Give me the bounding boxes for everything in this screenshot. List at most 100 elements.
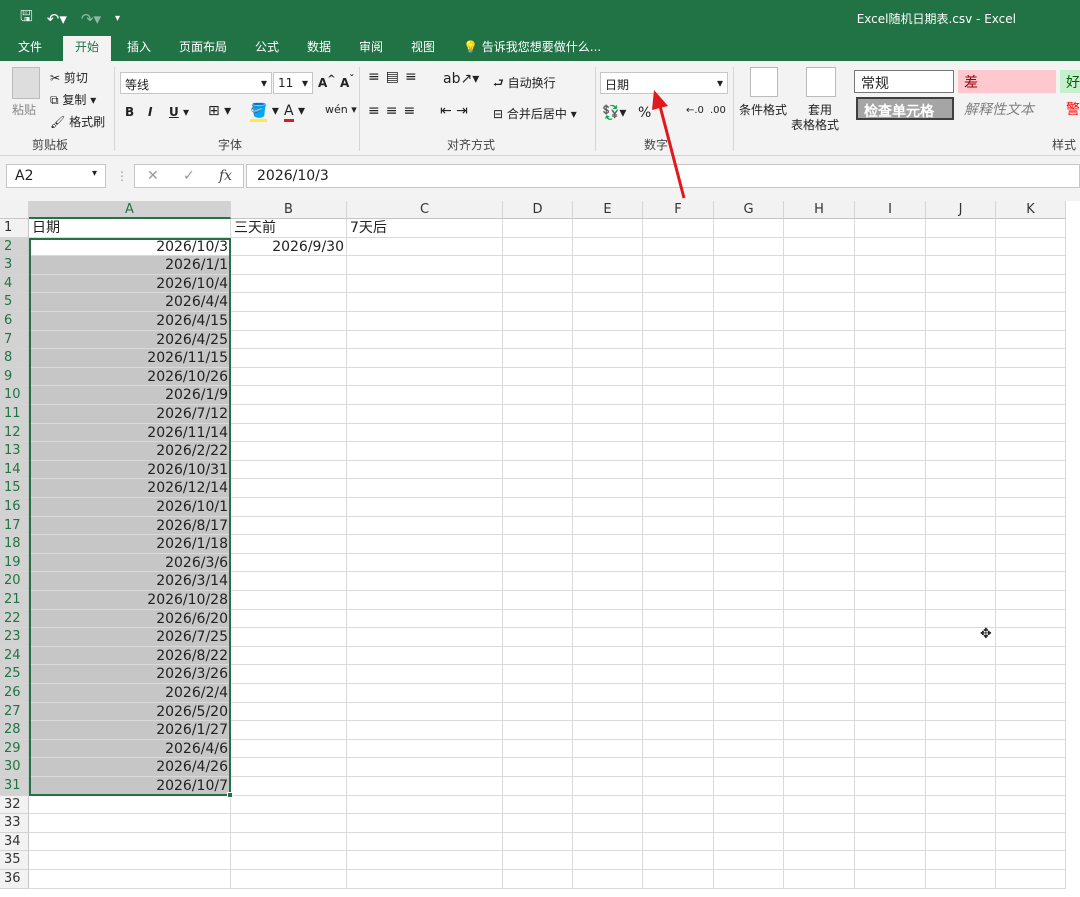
cell-i30[interactable] [855, 758, 926, 777]
cell-e12[interactable] [573, 423, 643, 443]
cell-d18[interactable] [503, 535, 573, 554]
cell-j5[interactable] [926, 293, 996, 312]
cell-d12[interactable] [503, 423, 573, 443]
cell-g8[interactable] [714, 349, 784, 368]
cell-h30[interactable] [784, 758, 855, 777]
row-header[interactable]: 6 [0, 312, 29, 331]
cell-g16[interactable] [714, 498, 784, 517]
cell-a9[interactable]: 2026/10/26 [29, 367, 231, 387]
row-header[interactable]: 14 [0, 460, 29, 480]
cell-e19[interactable] [573, 553, 643, 573]
cell-d3[interactable] [503, 256, 573, 275]
cell-b15[interactable] [231, 479, 347, 498]
cell-k10[interactable] [996, 386, 1066, 405]
cell-d22[interactable] [503, 609, 573, 629]
cell-a3[interactable]: 2026/1/1 [29, 256, 231, 275]
cell-a10[interactable]: 2026/1/9 [29, 386, 231, 405]
cell-f17[interactable] [643, 516, 714, 536]
cell-e27[interactable] [573, 702, 643, 722]
cell-k5[interactable] [996, 293, 1066, 312]
cell-k26[interactable] [996, 684, 1066, 703]
cell-g36[interactable] [714, 870, 784, 889]
cell-d31[interactable] [503, 777, 573, 796]
row-header[interactable]: 12 [0, 423, 29, 443]
cell-k16[interactable] [996, 498, 1066, 517]
cell-i16[interactable] [855, 498, 926, 517]
cell-k27[interactable] [996, 702, 1066, 722]
cell-b23[interactable] [231, 628, 347, 647]
cell-a12[interactable]: 2026/11/14 [29, 423, 231, 443]
cell-b29[interactable] [231, 739, 347, 759]
cell-h33[interactable] [784, 814, 855, 833]
cell-i4[interactable] [855, 274, 926, 294]
row-header[interactable]: 19 [0, 553, 29, 573]
cell-a4[interactable]: 2026/10/4 [29, 274, 231, 294]
enter-icon[interactable]: ✓ [183, 168, 195, 184]
row-header[interactable]: 30 [0, 758, 29, 777]
cell-d23[interactable] [503, 628, 573, 647]
name-box[interactable]: A2 ▾ [6, 164, 106, 188]
fill-color-icon[interactable]: 🪣 ▾ [250, 103, 279, 122]
percent-button[interactable]: % [638, 105, 651, 121]
cell-g3[interactable] [714, 256, 784, 275]
cell-f9[interactable] [643, 367, 714, 387]
font-name-select[interactable]: 等线 ▾ [120, 72, 272, 94]
cell-j27[interactable] [926, 702, 996, 722]
cell-b10[interactable] [231, 386, 347, 405]
cell-k18[interactable] [996, 535, 1066, 554]
cell-f4[interactable] [643, 274, 714, 294]
cell-a11[interactable]: 2026/7/12 [29, 405, 231, 424]
cell-f14[interactable] [643, 460, 714, 480]
cell-k21[interactable] [996, 591, 1066, 610]
cell-c26[interactable] [347, 684, 503, 703]
cell-a7[interactable]: 2026/4/25 [29, 330, 231, 350]
cell-j15[interactable] [926, 479, 996, 498]
cell-k11[interactable] [996, 405, 1066, 424]
cell-f6[interactable] [643, 312, 714, 331]
cell-i27[interactable] [855, 702, 926, 722]
cell-d32[interactable] [503, 795, 573, 815]
cell-g18[interactable] [714, 535, 784, 554]
row-header[interactable]: 21 [0, 591, 29, 610]
conditional-format-button[interactable]: 条件格式 [739, 101, 787, 118]
cell-b27[interactable] [231, 702, 347, 722]
cell-k19[interactable] [996, 553, 1066, 573]
cell-b36[interactable] [231, 870, 347, 889]
cell-c6[interactable] [347, 312, 503, 331]
cell-g35[interactable] [714, 851, 784, 870]
cell-j20[interactable] [926, 572, 996, 591]
cell-c30[interactable] [347, 758, 503, 777]
cell-e33[interactable] [573, 814, 643, 833]
cell-j6[interactable] [926, 312, 996, 331]
cell-g34[interactable] [714, 832, 784, 852]
row-header[interactable]: 9 [0, 367, 29, 387]
cell-g23[interactable] [714, 628, 784, 647]
cell-a19[interactable]: 2026/3/6 [29, 553, 231, 573]
cell-f27[interactable] [643, 702, 714, 722]
cell-d17[interactable] [503, 516, 573, 536]
cell-h18[interactable] [784, 535, 855, 554]
cell-a20[interactable]: 2026/3/14 [29, 572, 231, 591]
cell-g4[interactable] [714, 274, 784, 294]
cell-i28[interactable] [855, 721, 926, 740]
cell-k2[interactable] [996, 237, 1066, 257]
cell-e2[interactable] [573, 237, 643, 257]
cell-k22[interactable] [996, 609, 1066, 629]
cell-b22[interactable] [231, 609, 347, 629]
cell-c17[interactable] [347, 516, 503, 536]
cell-d28[interactable] [503, 721, 573, 740]
cell-f16[interactable] [643, 498, 714, 517]
cell-i19[interactable] [855, 553, 926, 573]
column-header-j[interactable]: J [926, 201, 996, 219]
tab-data[interactable]: 数据 [307, 39, 331, 61]
cell-f25[interactable] [643, 665, 714, 684]
cell-k33[interactable] [996, 814, 1066, 833]
column-header-k[interactable]: K [996, 201, 1066, 219]
cell-f10[interactable] [643, 386, 714, 405]
cancel-icon[interactable]: ✕ [147, 168, 159, 184]
cell-h34[interactable] [784, 832, 855, 852]
cell-d8[interactable] [503, 349, 573, 368]
cell-d2[interactable] [503, 237, 573, 257]
column-header-b[interactable]: B [231, 201, 347, 219]
cell-g31[interactable] [714, 777, 784, 796]
